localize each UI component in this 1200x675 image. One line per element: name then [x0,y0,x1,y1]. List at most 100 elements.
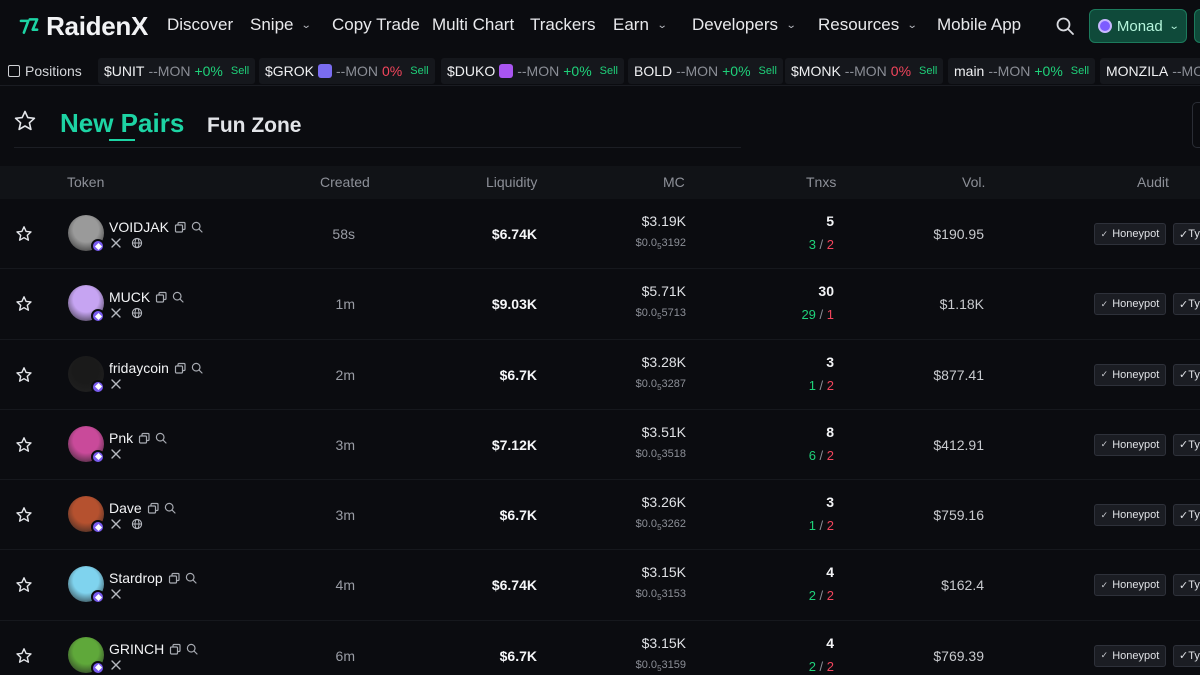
ticker-change: 0% [382,63,403,79]
table-row[interactable]: fridaycoin 2m $6.7K $3.28K $0.053287 3 1 / 2 $8… [0,340,1200,410]
audit-honeypot-badge[interactable]: ✓ Honeypot [1094,223,1166,245]
copy-icon[interactable] [147,502,159,514]
header-mc[interactable]: MC [663,174,685,190]
search-icon[interactable] [172,291,184,303]
chain-selector-button[interactable]: Monad ⌄ [1089,9,1187,43]
audit-secondary-badge[interactable]: ✓ Ty [1173,433,1200,456]
nav-item-mobile-app[interactable]: Mobile App [937,15,1021,35]
audit-secondary-badge[interactable]: ✓ Ty [1173,644,1200,667]
header-token[interactable]: Token [67,174,104,190]
nav-item-developers[interactable]: Developers ⌄ [692,15,797,35]
ticker-sell-button[interactable]: Sell [600,65,618,77]
favorite-star-icon[interactable] [15,436,33,454]
copy-icon[interactable] [168,572,180,585]
filter-panel-toggle[interactable] [1192,102,1200,148]
x-twitter-icon[interactable] [110,659,122,671]
ticker-item[interactable]: BOLD --MON +0% Sell [628,58,783,84]
token-name[interactable]: MUCK [109,289,150,305]
ticker-sell-button[interactable]: Sell [759,65,777,77]
ticker-item[interactable]: $DUKO --MON +0% Sell [441,58,624,84]
ticker-item[interactable]: $UNIT --MON +0% Sell [98,58,256,84]
token-emoji-icon [318,64,333,78]
tab-new-pairs[interactable]: New Pairs [60,108,184,139]
table-row[interactable]: VOIDJAK 58s $6.74K $3.19K $0.053192 5 3 / 2 $19… [0,199,1200,270]
x-twitter-icon[interactable] [110,378,122,390]
ticker-item[interactable]: main --MON +0% Sell [948,58,1096,84]
header-vol[interactable]: Vol. [962,174,985,190]
tab-fun-zone[interactable]: Fun Zone [207,114,301,138]
ticker-sell-button[interactable]: Sell [231,65,249,77]
x-twitter-icon[interactable] [110,518,122,530]
nav-item-copy-trade[interactable]: Copy Trade [332,15,420,35]
nav-item-label: Copy Trade [332,15,420,34]
copy-icon[interactable] [155,291,167,303]
nav-item-discover[interactable]: Discover [167,15,233,35]
wallet-button[interactable] [1194,9,1200,43]
txns-total: 8 [826,423,834,440]
separator: / [815,307,827,323]
audit-secondary-badge[interactable]: ✓ Ty [1173,223,1200,245]
website-globe-icon[interactable] [131,237,143,249]
audit-honeypot-badge[interactable]: ✓ Honeypot [1094,363,1166,386]
website-globe-icon[interactable] [131,307,143,319]
favorites-star-icon[interactable] [13,109,37,133]
nav-item-earn[interactable]: Earn ⌄ [613,15,668,35]
nav-item-multi-chart[interactable]: Multi Chart [432,15,514,35]
nav-item-snipe[interactable]: Snipe ⌄ [250,15,312,35]
header-liquidity[interactable]: Liquidity [486,174,537,190]
copy-icon[interactable] [169,643,181,655]
search-icon[interactable] [186,643,198,655]
x-twitter-icon[interactable] [110,307,122,319]
positions-button[interactable]: Positions [8,63,82,79]
header-txns[interactable]: Tnxs [806,174,836,190]
table-row[interactable]: GRINCH 6m $6.7K $3.15K $0.053159 4 2 / 2 $769.3… [0,621,1200,675]
token-name[interactable]: Stardrop [109,570,163,586]
table-row[interactable]: Stardrop 4m $6.74K $3.15K $0.053153 4 2 / 2 $16… [0,550,1200,621]
audit-honeypot-badge[interactable]: ✓ Honeypot [1094,293,1166,316]
copy-icon[interactable] [138,432,150,444]
token-name[interactable]: GRINCH [109,641,164,657]
search-icon[interactable] [185,572,197,585]
copy-icon[interactable] [174,221,186,233]
x-twitter-icon[interactable] [110,237,122,249]
nav-item-trackers[interactable]: Trackers [530,15,596,35]
search-icon[interactable] [191,362,203,374]
ticker-item[interactable]: MONZILA--MON [1100,58,1200,84]
favorite-star-icon[interactable] [15,295,33,313]
token-name[interactable]: Dave [109,500,142,516]
search-icon[interactable] [155,432,167,444]
token-name[interactable]: Pnk [109,430,133,446]
audit-secondary-badge[interactable]: ✓ Ty [1173,293,1200,316]
favorite-star-icon[interactable] [15,225,33,243]
audit-secondary-badge[interactable]: ✓ Ty [1173,574,1200,597]
audit-honeypot-badge[interactable]: ✓ Honeypot [1094,433,1166,456]
search-icon[interactable] [164,502,176,514]
audit-honeypot-badge[interactable]: ✓ Honeypot [1094,574,1166,597]
favorite-star-icon[interactable] [15,506,33,524]
ticker-sell-button[interactable]: Sell [1071,65,1089,77]
nav-item-resources[interactable]: Resources ⌄ [818,15,918,35]
copy-icon[interactable] [174,362,186,374]
table-row[interactable]: MUCK 1m $9.03K $5.71K $0.055713 30 29 / 1 $1.18… [0,269,1200,340]
token-name[interactable]: VOIDJAK [109,219,169,235]
audit-secondary-badge[interactable]: ✓ Ty [1173,363,1200,386]
token-name[interactable]: fridaycoin [109,360,169,376]
ticker-item[interactable]: $MONK --MON 0% Sell [785,58,944,84]
x-twitter-icon[interactable] [110,588,122,600]
search-icon[interactable] [191,221,203,233]
audit-secondary-badge[interactable]: ✓ Ty [1173,504,1200,527]
favorite-star-icon[interactable] [15,576,33,594]
table-row[interactable]: Pnk 3m $7.12K $3.51K $0.053518 8 6 / 2 $412.91 ✓… [0,410,1200,481]
website-globe-icon[interactable] [131,518,143,530]
favorite-star-icon[interactable] [15,366,33,384]
audit-honeypot-badge[interactable]: ✓ Honeypot [1094,644,1166,667]
header-created[interactable]: Created [320,174,370,190]
x-twitter-icon[interactable] [110,448,122,460]
table-row[interactable]: Dave 3m $6.7K $3.26K $0.053262 3 1 / 2 $759.16 ✓… [0,480,1200,551]
search-icon[interactable] [1055,16,1075,36]
favorite-star-icon[interactable] [15,647,33,665]
ticker-sell-button[interactable]: Sell [919,65,937,77]
audit-honeypot-badge[interactable]: ✓ Honeypot [1094,504,1166,527]
ticker-item[interactable]: $GROK --MON 0% Sell [259,58,435,84]
ticker-sell-button[interactable]: Sell [410,65,428,77]
